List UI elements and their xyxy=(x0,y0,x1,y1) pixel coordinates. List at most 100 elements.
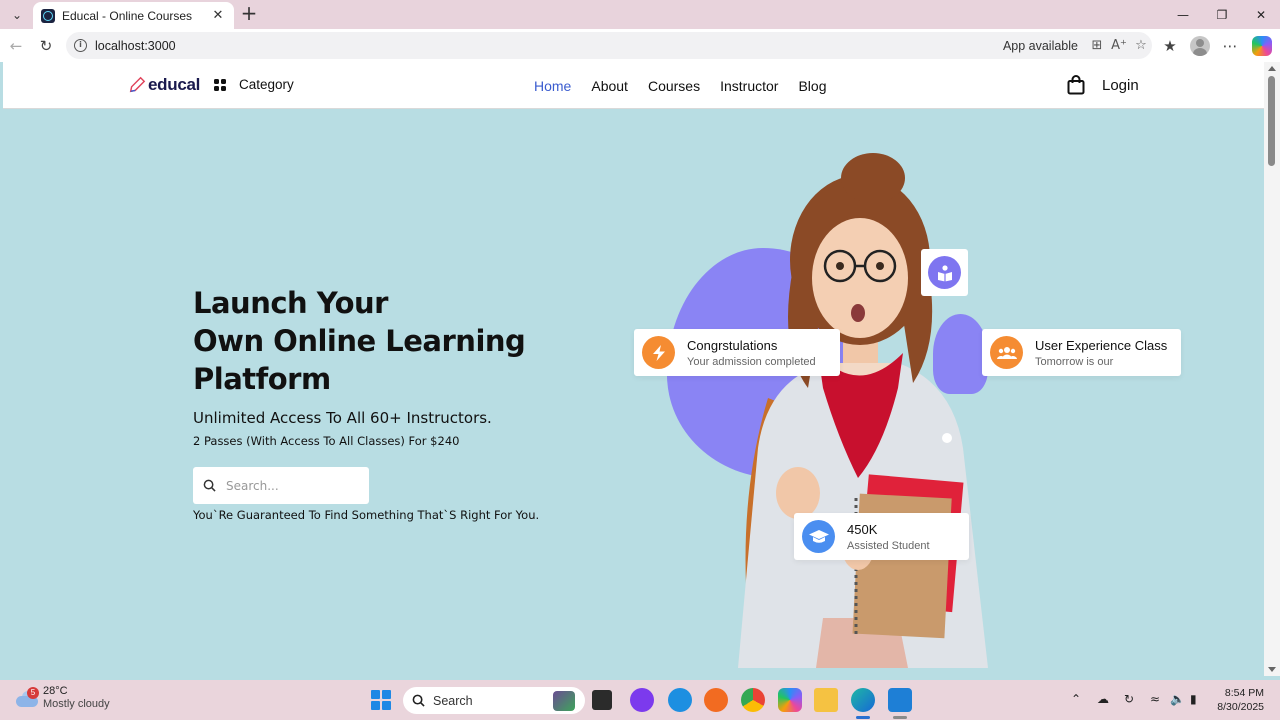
windows-taskbar: 5 28°C Mostly cloudy Search ⌃ ☁ ↻ ≈ 🔈 ▮ … xyxy=(0,680,1280,720)
task-view-icon[interactable] xyxy=(592,690,612,710)
settings-more-button[interactable]: ⋯ xyxy=(1218,34,1242,58)
weather-badge: 5 xyxy=(27,687,39,699)
tab-list-button[interactable]: ⌄ xyxy=(6,5,28,25)
book-reader-card xyxy=(921,249,968,296)
favorite-star-icon[interactable]: ☆ xyxy=(1130,38,1152,53)
congratulations-card: Congrstulations Your admission completed xyxy=(634,329,840,376)
react-favicon-icon xyxy=(41,8,55,23)
onedrive-cloud-icon[interactable]: ☁ xyxy=(1097,692,1109,706)
close-icon: ✕ xyxy=(1255,7,1267,22)
browser-tab-active[interactable]: Educal - Online Courses ✕ xyxy=(33,2,234,29)
reload-button[interactable]: ↻ xyxy=(34,34,58,58)
reload-icon: ↻ xyxy=(39,37,53,55)
nav-blog[interactable]: Blog xyxy=(798,78,826,94)
hero-title-line-3: Platform xyxy=(193,362,331,396)
login-link[interactable]: Login xyxy=(1102,77,1139,94)
sync-icon[interactable]: ↻ xyxy=(1124,692,1134,706)
new-tab-button[interactable]: + xyxy=(238,3,260,25)
search-icon xyxy=(203,479,216,492)
minimize-button[interactable]: — xyxy=(1164,0,1202,29)
docker-icon[interactable] xyxy=(668,688,692,712)
clock-date: 8/30/2025 xyxy=(1217,701,1264,713)
scroll-down-icon[interactable] xyxy=(1268,667,1276,672)
hero-guarantee-text: You`Re Guaranteed To Find Something That… xyxy=(193,508,540,522)
vscode-icon[interactable] xyxy=(888,688,912,712)
vscode-running-indicator xyxy=(893,716,907,719)
arrow-left-icon: ← xyxy=(9,37,23,55)
nav-instructor[interactable]: Instructor xyxy=(720,78,778,94)
chrome-icon[interactable] xyxy=(741,688,765,712)
hero-passes-text: 2 Passes (With Access To All Classes) Fo… xyxy=(193,434,460,448)
read-aloud-icon[interactable]: A⁺ xyxy=(1108,38,1130,53)
students-count: 450K xyxy=(847,521,878,537)
main-nav: Home About Courses Instructor Blog xyxy=(534,78,826,94)
back-button[interactable]: ← xyxy=(4,34,28,58)
weather-widget[interactable]: 5 28°C Mostly cloudy xyxy=(14,685,110,711)
tab-title: Educal - Online Courses xyxy=(62,8,193,23)
file-explorer-icon[interactable] xyxy=(814,688,838,712)
favorites-button[interactable]: ★ xyxy=(1158,34,1182,58)
nav-home[interactable]: Home xyxy=(534,78,571,94)
taskbar-search[interactable]: Search xyxy=(403,687,585,714)
close-window-button[interactable]: ✕ xyxy=(1242,0,1280,29)
hero-search-box[interactable] xyxy=(193,467,369,504)
browser-toolbar: ← ↻ i localhost:3000 App available ⊞ A⁺ … xyxy=(0,29,1280,62)
logo-text: educal xyxy=(148,75,201,94)
congratulations-title: Congrstulations xyxy=(687,337,778,353)
edge-icon[interactable] xyxy=(851,688,875,712)
system-clock[interactable]: 8:54 PM 8/30/2025 xyxy=(1212,686,1264,714)
assisted-students-card: 450K Assisted Student xyxy=(794,513,969,560)
copilot-icon[interactable] xyxy=(1252,36,1272,56)
category-menu-button[interactable]: Category xyxy=(214,77,294,92)
install-app-icon[interactable]: ⊞ xyxy=(1086,38,1108,53)
scroll-up-icon[interactable] xyxy=(1268,66,1276,71)
site-logo[interactable]: educal xyxy=(128,75,200,95)
postman-icon[interactable] xyxy=(704,688,728,712)
clock-time: 8:54 PM xyxy=(1224,687,1264,699)
hero-subtitle: Unlimited Access To All 60+ Instructors. xyxy=(193,409,492,427)
users-icon xyxy=(990,336,1023,369)
url-text[interactable]: localhost:3000 xyxy=(95,39,1003,53)
battery-icon[interactable]: ▮ xyxy=(1190,692,1197,706)
scrollbar-thumb[interactable] xyxy=(1268,76,1275,166)
ux-class-title: User Experience Class xyxy=(1035,337,1168,353)
app-available-label[interactable]: App available xyxy=(1003,39,1078,53)
shopping-bag-icon[interactable] xyxy=(1067,75,1085,95)
grid-icon xyxy=(214,78,226,91)
restore-icon: ❐ xyxy=(1216,7,1228,22)
nav-about[interactable]: About xyxy=(591,78,628,94)
taskbar-search-label: Search xyxy=(433,693,473,708)
restore-button[interactable]: ❐ xyxy=(1203,0,1241,29)
hero-title: Launch Your Own Online Learning Platform xyxy=(193,284,526,398)
edge-active-indicator xyxy=(856,716,870,719)
page-scrollbar[interactable] xyxy=(1264,62,1280,676)
site-info-icon[interactable]: i xyxy=(74,39,87,52)
chevron-down-icon: ⌄ xyxy=(11,8,23,22)
lightning-icon xyxy=(642,336,675,369)
plus-icon: + xyxy=(240,1,258,25)
students-label: Assisted Student xyxy=(847,539,930,552)
more-dots-icon: ⋯ xyxy=(1222,37,1238,55)
page-viewport: educal Category Home About Courses Instr… xyxy=(3,62,1264,676)
ux-class-card: User Experience Class Tomorrow is our xyxy=(982,329,1181,376)
congratulations-subtitle: Your admission completed xyxy=(687,355,816,368)
wifi-icon[interactable]: ≈ xyxy=(1150,692,1160,706)
book-reader-icon xyxy=(928,256,961,289)
nav-courses[interactable]: Courses xyxy=(648,78,700,94)
favorites-icon: ★ xyxy=(1163,37,1177,55)
weather-temp: 28°C xyxy=(43,685,68,697)
profile-avatar[interactable] xyxy=(1190,36,1210,56)
tab-close-icon[interactable]: ✕ xyxy=(210,8,226,23)
volume-icon[interactable]: 🔈 xyxy=(1170,692,1185,706)
github-desktop-icon[interactable] xyxy=(630,688,654,712)
hero-title-line-2: Own Online Learning xyxy=(193,324,526,358)
chevron-up-icon[interactable]: ⌃ xyxy=(1071,692,1081,706)
search-highlight-icon xyxy=(553,691,575,711)
copilot-app-icon[interactable] xyxy=(778,688,802,712)
start-button[interactable] xyxy=(371,690,391,710)
search-icon xyxy=(412,694,425,707)
site-header: educal Category Home About Courses Instr… xyxy=(3,62,1264,109)
hero-search-input[interactable] xyxy=(226,478,356,493)
address-bar[interactable]: i localhost:3000 App available ⊞ A⁺ ☆ xyxy=(66,32,1152,59)
weather-condition: Mostly cloudy xyxy=(43,698,110,710)
